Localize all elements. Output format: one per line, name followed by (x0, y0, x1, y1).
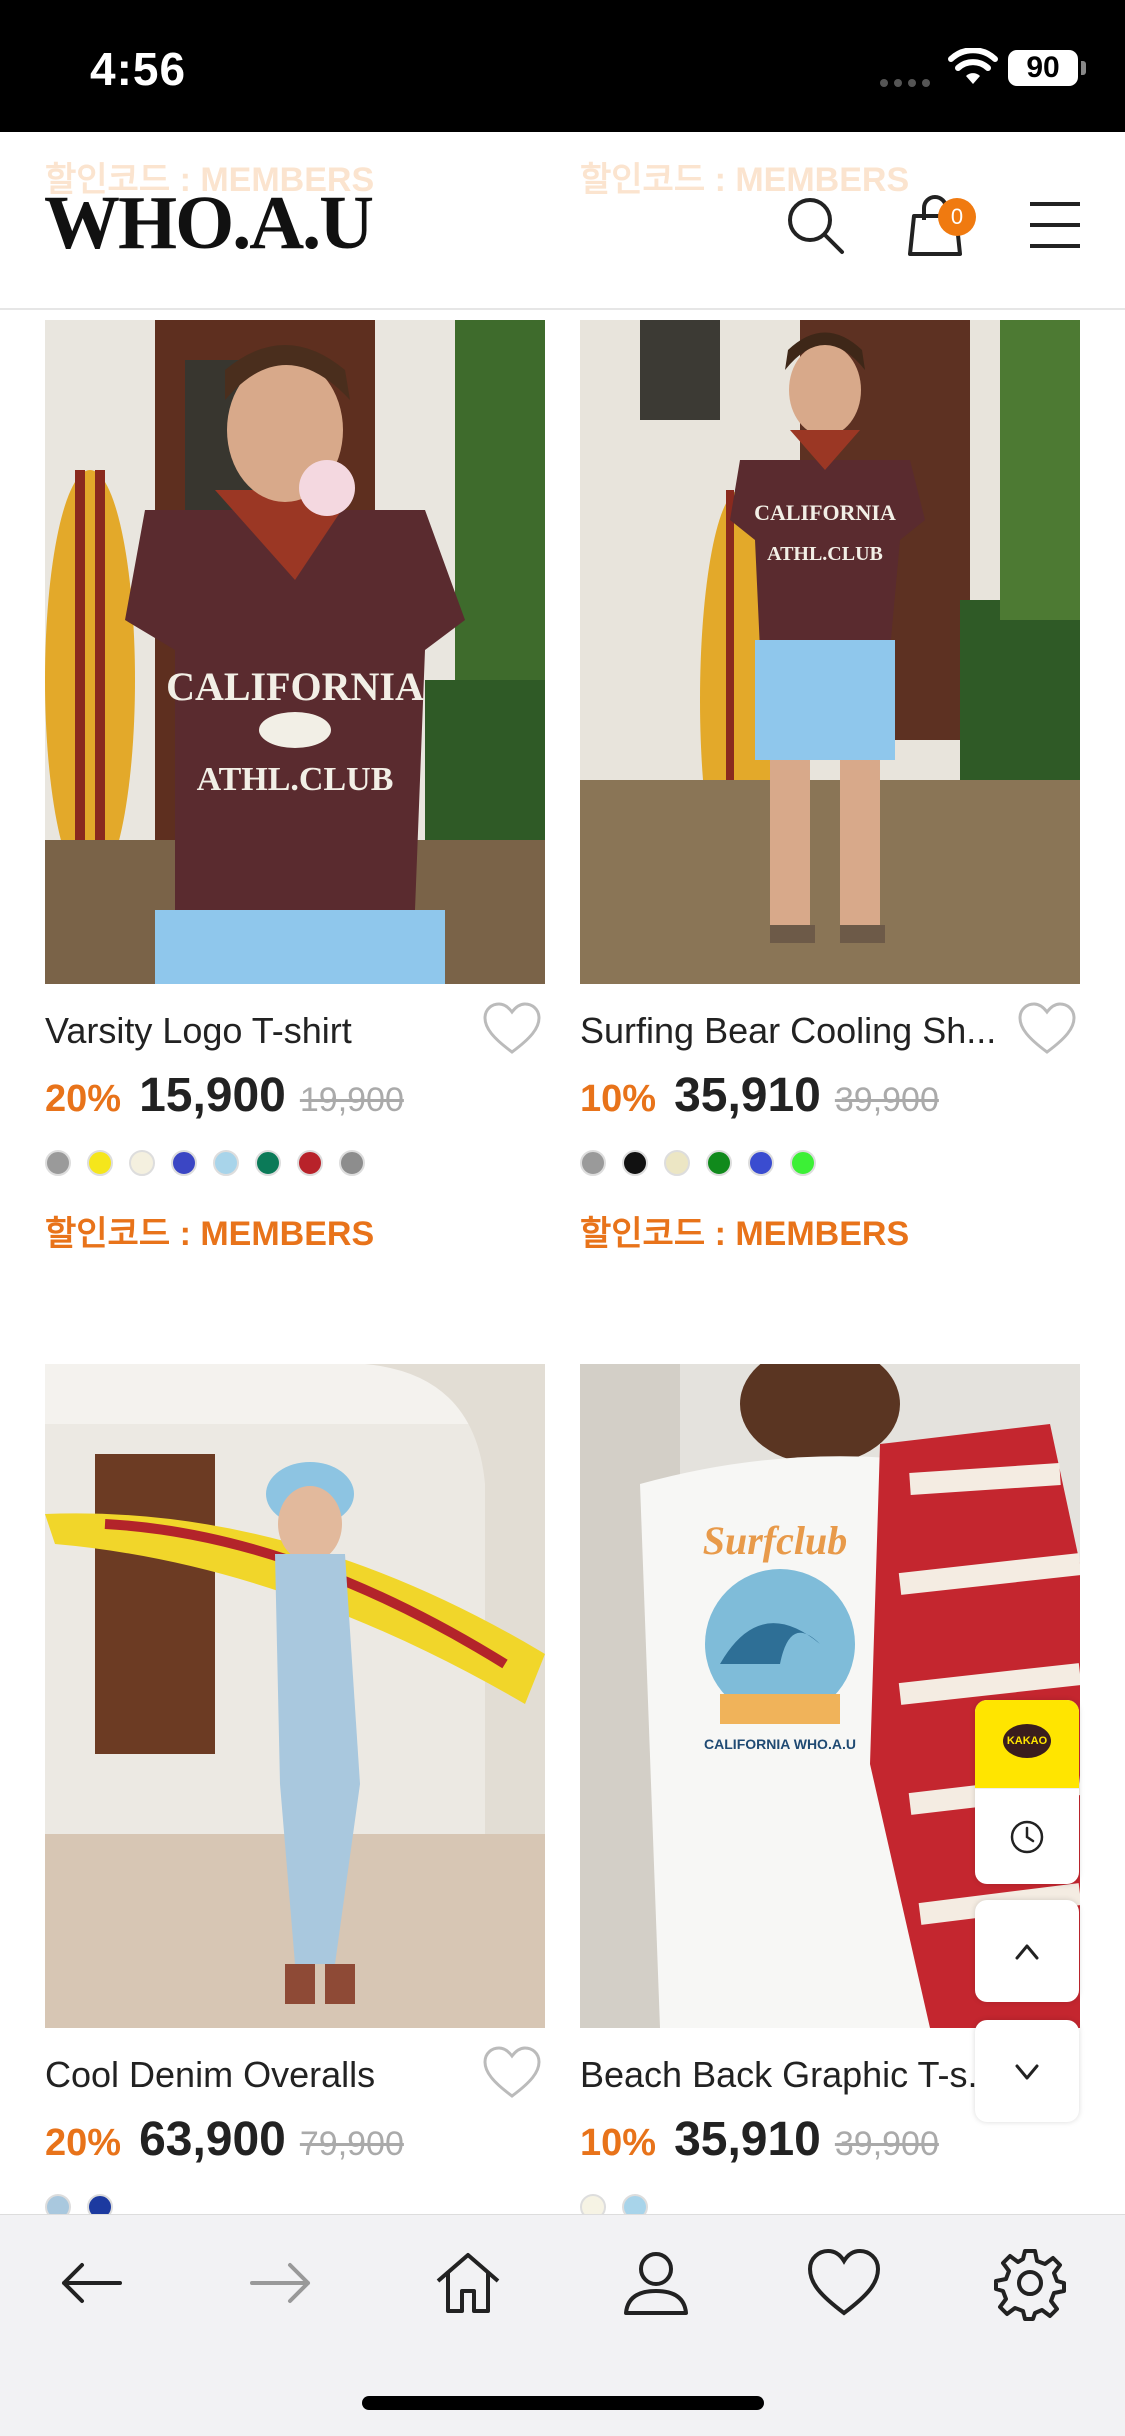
menu-icon (1030, 202, 1080, 248)
color-swatch (706, 1150, 732, 1176)
color-swatch (790, 1150, 816, 1176)
floating-quick-menu: KAKAO (975, 1700, 1079, 1884)
chevron-down-icon (1015, 2064, 1039, 2080)
settings-gear-icon (994, 2249, 1066, 2321)
menu-button[interactable] (1020, 190, 1090, 260)
home-icon (436, 2253, 500, 2313)
back-button[interactable] (52, 2243, 132, 2323)
back-arrow-icon (62, 2263, 122, 2303)
product-name[interactable]: Varsity Logo T-shirt (45, 1010, 465, 1052)
color-swatches (45, 1150, 381, 1180)
battery-tip (1081, 61, 1086, 75)
search-icon (788, 198, 844, 254)
sale-price: 35,910 (674, 1069, 821, 1122)
color-swatch (87, 1150, 113, 1176)
discount-rate: 10% (580, 1078, 657, 1120)
discount-rate: 20% (45, 2122, 122, 2164)
color-swatch (580, 1150, 606, 1176)
sale-price: 63,900 (139, 2113, 286, 2166)
heart-icon (483, 1002, 541, 1054)
price-row: 20% 15,900 19,900 (45, 1068, 545, 1128)
discount-rate: 20% (45, 1078, 122, 1120)
heart-icon (1018, 1002, 1076, 1054)
wifi-icon (948, 47, 998, 88)
wishlist-button[interactable] (804, 2243, 884, 2323)
original-price: 79,900 (299, 2125, 404, 2163)
settings-button[interactable] (990, 2243, 1070, 2323)
color-swatch (339, 1150, 365, 1176)
color-swatch (255, 1150, 281, 1176)
search-button[interactable] (780, 190, 850, 260)
original-price: 39,900 (834, 2125, 939, 2163)
color-swatches (580, 1150, 832, 1180)
forward-button[interactable] (240, 2243, 320, 2323)
wishlist-button[interactable] (481, 1000, 543, 1056)
svg-text:CALIFORNIA WHO.A.U: CALIFORNIA WHO.A.U (704, 1736, 856, 1752)
status-bar: 4:56 90 (0, 0, 1125, 132)
color-swatch (297, 1150, 323, 1176)
kakao-chat-button[interactable]: KAKAO (975, 1700, 1079, 1788)
recently-viewed-button[interactable] (975, 1788, 1079, 1884)
color-swatch (213, 1150, 239, 1176)
ghost-coupon-text: 할인코드 : MEMBERS (580, 161, 910, 199)
product-image[interactable]: CALIFORNIA ATHL.CLUB (580, 320, 1080, 984)
color-swatch (45, 1150, 71, 1176)
cart-count-badge: 0 (938, 198, 976, 236)
color-swatch (171, 1150, 197, 1176)
product-name[interactable]: Beach Back Graphic T-s... (580, 2054, 1000, 2096)
signal-dots-icon (880, 74, 936, 87)
wishlist-button[interactable] (1016, 1000, 1078, 1056)
status-time: 4:56 (90, 43, 187, 95)
chevron-up-icon (1015, 1944, 1039, 1960)
wishlist-heart-icon (807, 2248, 881, 2316)
sale-price: 35,910 (674, 2113, 821, 2166)
svg-text:CALIFORNIA: CALIFORNIA (754, 500, 896, 525)
discount-rate: 10% (580, 2122, 657, 2164)
coupon-code: 할인코드 : MEMBERS (45, 1215, 375, 1253)
home-indicator (362, 2396, 764, 2410)
brand-logo[interactable]: WHO.A.U (44, 180, 374, 267)
forward-arrow-icon (250, 2263, 310, 2303)
color-swatch (748, 1150, 774, 1176)
scroll-to-bottom-button[interactable] (975, 2020, 1079, 2122)
color-swatch (129, 1150, 155, 1176)
account-icon (624, 2252, 688, 2315)
product-name[interactable]: Cool Denim Overalls (45, 2054, 465, 2096)
product-image[interactable]: CALIFORNIA ATHL.CLUB (45, 320, 545, 984)
price-row: 10% 35,910 39,900 (580, 1068, 1080, 1128)
color-swatch (664, 1150, 690, 1176)
original-price: 19,900 (299, 1081, 404, 1119)
svg-text:Surfclub: Surfclub (703, 1518, 848, 1563)
price-row: 20% 63,900 79,900 (45, 2112, 545, 2172)
home-button[interactable] (428, 2243, 508, 2323)
sale-price: 15,900 (139, 1069, 286, 1122)
product-name[interactable]: Surfing Bear Cooling Sh... (580, 1010, 1000, 1052)
original-price: 39,900 (834, 1081, 939, 1119)
kakao-icon: KAKAO (1003, 1724, 1051, 1758)
site-header: 할인코드 : MEMBERS 할인코드 : MEMBERS WHO.A.U 0 (0, 132, 1125, 310)
clock-icon (1010, 1820, 1044, 1854)
color-swatch (622, 1150, 648, 1176)
heart-icon (483, 2046, 541, 2098)
wishlist-button[interactable] (481, 2044, 543, 2100)
coupon-code: 할인코드 : MEMBERS (580, 1215, 910, 1253)
svg-text:ATHL.CLUB: ATHL.CLUB (197, 761, 394, 798)
svg-text:ATHL.CLUB: ATHL.CLUB (767, 543, 883, 565)
account-button[interactable] (616, 2243, 696, 2323)
battery-icon: 90 (1008, 50, 1078, 86)
svg-text:CALIFORNIA: CALIFORNIA (166, 664, 424, 709)
scroll-to-top-button[interactable] (975, 1900, 1079, 2002)
product-image[interactable] (45, 1364, 545, 2028)
